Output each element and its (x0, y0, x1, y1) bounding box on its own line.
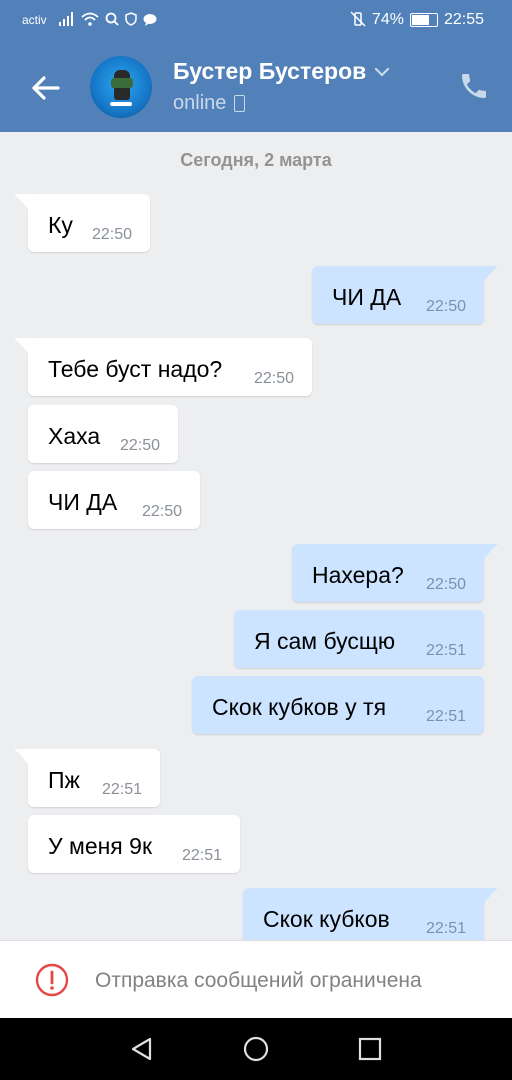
battery-fill (411, 15, 430, 25)
message-incoming[interactable]: Ку 22:50 (14, 194, 150, 252)
status-bar-right: 74% 22:55 (350, 11, 484, 29)
message-text: Нахера? (312, 562, 404, 588)
chat-bubble-icon (143, 13, 157, 28)
restriction-text: Отправка сообщений ограничена (95, 969, 422, 992)
bubble-tail (14, 749, 32, 771)
bubble-tail (480, 266, 498, 288)
message-text: Пж (48, 767, 80, 793)
call-button[interactable] (458, 70, 490, 102)
message-incoming[interactable]: Хаха 22:50 (28, 405, 178, 463)
message-time: 22:51 (425, 642, 466, 659)
message-time: 22:50 (141, 503, 182, 520)
message-text: Скок кубков у тя (212, 694, 387, 720)
phone-call-icon (462, 74, 486, 98)
bubble-tail (480, 888, 498, 910)
nav-recents-button[interactable] (356, 1035, 384, 1063)
system-nav-bar (0, 1018, 512, 1080)
presence-status: online (173, 92, 246, 115)
carrier-label: activ (22, 13, 47, 27)
message-incoming[interactable]: Тебе буст надо? 22:50 (14, 338, 312, 396)
message-outgoing[interactable]: ЧИ ДА 22:50 (312, 266, 498, 324)
signal-icon (58, 12, 75, 28)
avatar-figure-detail (111, 78, 133, 88)
nav-back-button[interactable] (128, 1035, 156, 1063)
arrow-left-icon (32, 76, 60, 100)
message-incoming[interactable]: ЧИ ДА 22:50 (28, 471, 200, 529)
bubble-tail (14, 338, 32, 360)
presence-text: online (173, 92, 227, 114)
message-text: Ку (48, 212, 73, 238)
vibrate-off-icon (350, 11, 366, 29)
search-icon (105, 12, 119, 28)
chat-header: Бустер Бустеров online (0, 42, 512, 132)
contact-title[interactable]: Бустер Бустеров (173, 58, 390, 85)
message-time: 22:50 (425, 298, 466, 315)
triangle-back-icon (131, 1037, 152, 1061)
messaging-restricted-bar: Отправка сообщений ограничена (0, 940, 512, 1019)
message-list[interactable]: Сегодня, 2 марта Ку 22:50 ЧИ ДА 22:50 Тебе б… (0, 132, 512, 940)
message-time: 22:50 (425, 576, 466, 593)
contact-name: Бустер Бустеров (173, 58, 367, 84)
square-recents-icon (358, 1037, 382, 1061)
message-time: 22:50 (91, 226, 132, 243)
message-outgoing[interactable]: Скок кубков 22:51 (243, 888, 498, 940)
message-time: 22:50 (119, 437, 160, 454)
message-text: Скок кубков (263, 906, 390, 932)
message-outgoing[interactable]: Я сам бусщю 22:51 (234, 610, 484, 668)
message-text: ЧИ ДА (48, 489, 118, 515)
message-text: Хаха (48, 423, 101, 449)
message-time: 22:51 (425, 708, 466, 725)
message-text: Тебе буст надо? (48, 356, 223, 382)
message-text: ЧИ ДА (332, 284, 402, 310)
message-time: 22:50 (253, 370, 294, 387)
status-bar-left: activ (22, 12, 157, 28)
message-text: У меня 9к (48, 833, 153, 859)
message-text: Я сам бусщю (254, 628, 396, 654)
shield-icon (124, 12, 137, 28)
message-time: 22:51 (101, 781, 142, 798)
battery-percent: 74% (371, 11, 404, 28)
back-button[interactable] (28, 70, 64, 106)
exclamation-circle-icon (35, 963, 69, 997)
chevron-down-icon (375, 67, 390, 77)
wifi-icon (81, 12, 99, 28)
status-bar: activ 74% 22:55 (0, 0, 512, 42)
message-time: 22:51 (425, 920, 466, 937)
message-outgoing[interactable]: Нахера? 22:50 (292, 544, 498, 602)
message-outgoing[interactable]: Скок кубков у тя 22:51 (192, 676, 484, 734)
message-incoming[interactable]: Пж 22:51 (14, 749, 160, 807)
status-time: 22:55 (443, 11, 484, 28)
battery-icon (409, 13, 438, 27)
circle-home-icon (243, 1036, 269, 1062)
bubble-tail (480, 544, 498, 566)
date-divider: Сегодня, 2 марта (180, 150, 332, 170)
message-time: 22:51 (181, 847, 222, 864)
nav-home-button[interactable] (242, 1035, 270, 1063)
bubble-tail (14, 194, 32, 216)
avatar[interactable] (90, 56, 152, 118)
mobile-phone-icon (234, 95, 246, 112)
avatar-caption-bar (110, 102, 132, 106)
message-incoming[interactable]: У меня 9к 22:51 (28, 815, 240, 873)
